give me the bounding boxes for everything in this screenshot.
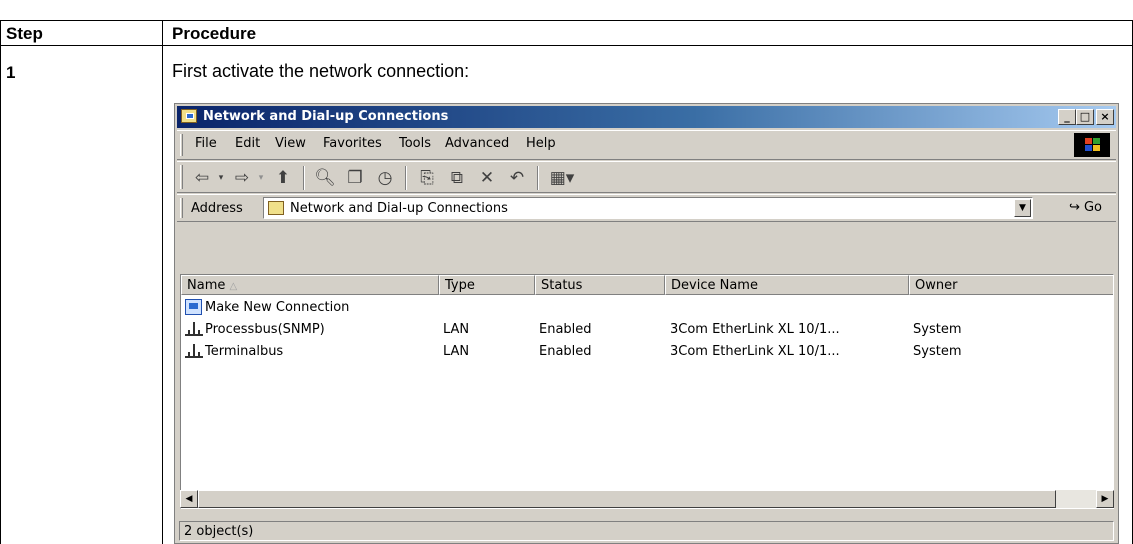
menu-help[interactable]: Help	[526, 136, 556, 151]
item-name: Terminalbus	[205, 344, 284, 359]
horizontal-scrollbar[interactable]: ◀ ▶	[180, 490, 1114, 508]
address-bar: Address Network and Dial-up Connections …	[177, 194, 1116, 222]
menu-edit[interactable]: Edit	[235, 136, 260, 151]
window-title: Network and Dial-up Connections	[203, 109, 449, 124]
forward-dropdown-icon[interactable]: ▾	[255, 166, 267, 190]
toolbar-separator	[537, 166, 539, 190]
list-item-make-new-connection[interactable]: Make New Connection	[181, 298, 1113, 320]
title-bar[interactable]: Network and Dial-up Connections _ □ ×	[177, 106, 1116, 128]
column-header-owner[interactable]: Owner	[909, 275, 1113, 295]
item-device-name: 3Com EtherLink XL 10/1...	[670, 344, 840, 359]
go-button[interactable]: ↪ Go	[1069, 200, 1102, 215]
up-folder-icon[interactable]: ⬆	[269, 166, 297, 190]
status-text: 2 object(s)	[179, 521, 1114, 541]
close-button[interactable]: ×	[1096, 109, 1114, 125]
address-dropdown-button[interactable]: ▼	[1014, 199, 1031, 217]
explorer-window: Network and Dial-up Connections _ □ × Fi…	[174, 103, 1119, 544]
toolbar-grip[interactable]	[180, 165, 183, 189]
header-step: Step	[6, 24, 43, 43]
table-top-border	[0, 20, 1133, 21]
list-item-terminalbus[interactable]: Terminalbus LAN Enabled 3Com EtherLink X…	[181, 342, 1113, 364]
menu-bar: File Edit View Favorites Tools Advanced …	[177, 130, 1116, 160]
column-header-status[interactable]: Status	[535, 275, 665, 295]
undo-icon[interactable]: ↶	[503, 166, 531, 190]
maximize-button[interactable]: □	[1076, 109, 1094, 125]
standard-toolbar: ⇦ ▾ ⇨ ▾ ⬆ 🔍︎ ❐ ◷ ⎘ ⧉ ✕ ↶ ▦▾	[177, 161, 1116, 193]
sort-ascending-icon: △	[229, 281, 238, 292]
delete-icon[interactable]: ✕	[473, 166, 501, 190]
go-label: Go	[1083, 200, 1102, 215]
address-input[interactable]: Network and Dial-up Connections ▼	[263, 197, 1033, 219]
item-name: Processbus(SNMP)	[205, 322, 325, 337]
minimize-button[interactable]: _	[1058, 109, 1076, 125]
history-icon[interactable]: ◷	[371, 166, 399, 190]
back-dropdown-icon[interactable]: ▾	[215, 166, 227, 190]
network-folder-icon	[268, 201, 284, 215]
menu-view[interactable]: View	[275, 136, 306, 151]
item-status: Enabled	[539, 344, 592, 359]
folders-icon[interactable]: ❐	[341, 166, 369, 190]
column-name-label: Name	[187, 278, 226, 293]
toolbar-separator	[405, 166, 407, 190]
scroll-right-button[interactable]: ▶	[1096, 490, 1114, 508]
table-header-divider	[0, 45, 1133, 46]
network-folder-icon	[181, 109, 197, 123]
views-icon[interactable]: ▦▾	[545, 166, 579, 190]
scroll-left-button[interactable]: ◀	[180, 490, 198, 508]
lan-connection-icon	[185, 344, 203, 360]
step-number: 1	[6, 63, 16, 82]
column-header-name[interactable]: Name △	[181, 275, 439, 295]
menu-bar-grip[interactable]	[180, 134, 183, 156]
toolbar-separator	[303, 166, 305, 190]
back-icon[interactable]: ⇦	[189, 166, 215, 190]
item-status: Enabled	[539, 322, 592, 337]
list-item-processbus[interactable]: Processbus(SNMP) LAN Enabled 3Com EtherL…	[181, 320, 1113, 342]
item-type: LAN	[443, 344, 470, 359]
lan-connection-icon	[185, 322, 203, 338]
item-device-name: 3Com EtherLink XL 10/1...	[670, 322, 840, 337]
search-icon[interactable]: 🔍︎	[311, 166, 339, 190]
status-bar: 2 object(s)	[177, 519, 1116, 543]
menu-favorites[interactable]: Favorites	[323, 136, 382, 151]
copy-to-icon[interactable]: ⧉	[443, 166, 471, 190]
item-type: LAN	[443, 322, 470, 337]
column-header-device-name[interactable]: Device Name	[665, 275, 909, 295]
item-name: Make New Connection	[205, 300, 350, 315]
move-to-icon[interactable]: ⎘	[413, 166, 441, 190]
item-owner: System	[913, 322, 962, 337]
connections-list[interactable]: Name △ Type Status Device Name Owner Mak…	[180, 274, 1114, 509]
make-new-connection-icon	[185, 299, 202, 315]
go-arrow-icon: ↪	[1068, 200, 1084, 215]
windows-logo-icon	[1074, 133, 1110, 157]
address-label: Address	[191, 201, 243, 216]
address-bar-grip[interactable]	[180, 198, 183, 218]
menu-file[interactable]: File	[195, 136, 217, 151]
menu-tools[interactable]: Tools	[399, 136, 431, 151]
scrollbar-thumb[interactable]	[198, 490, 1056, 508]
table-left-border	[0, 20, 1, 544]
header-procedure: Procedure	[172, 24, 257, 43]
table-column-divider	[162, 20, 163, 544]
menu-advanced[interactable]: Advanced	[445, 136, 509, 151]
item-owner: System	[913, 344, 962, 359]
forward-icon[interactable]: ⇨	[229, 166, 255, 190]
address-value: Network and Dial-up Connections	[290, 201, 508, 216]
step-instruction: First activate the network connection:	[172, 61, 470, 81]
column-header-type[interactable]: Type	[439, 275, 535, 295]
